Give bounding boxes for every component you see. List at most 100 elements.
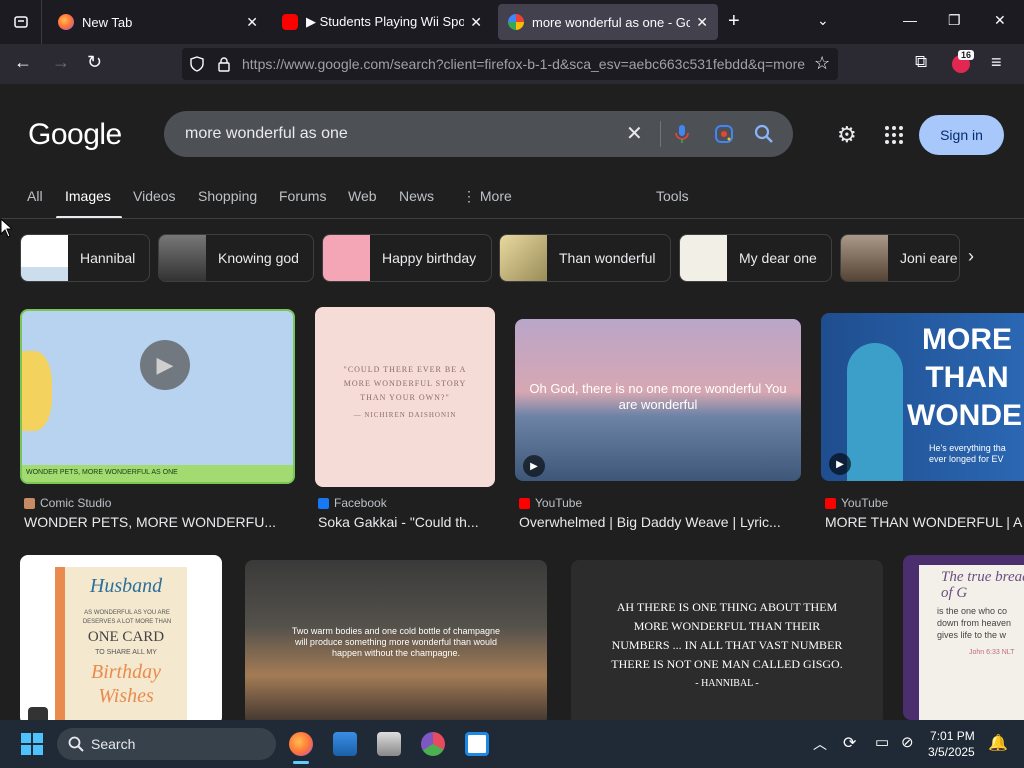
- app-taskbar-icon[interactable]: [421, 732, 445, 756]
- tab-more-label: More: [479, 188, 512, 204]
- result-source[interactable]: Comic Studio: [24, 496, 111, 510]
- maximize-icon[interactable]: ❐: [948, 12, 961, 29]
- image-subtext: He's everything tha ever longed for EV: [929, 443, 1006, 464]
- close-tab-icon[interactable]: ✕: [246, 14, 258, 31]
- shield-icon[interactable]: [189, 56, 205, 72]
- result-image-soka-gakkai[interactable]: "COULD THERE EVER BE A MORE WONDERFUL ST…: [315, 307, 495, 487]
- apps-grid-icon[interactable]: [885, 126, 903, 144]
- card-line: AS WONDERFUL AS YOU ARE DESERVES A LOT M…: [82, 610, 172, 625]
- chip-knowing-god[interactable]: Knowing god: [158, 234, 314, 282]
- notepad-taskbar-icon[interactable]: [465, 732, 489, 756]
- chevron-right-icon[interactable]: ›: [968, 246, 974, 267]
- youtube-icon: [825, 497, 836, 509]
- tab-list-button[interactable]: [0, 0, 42, 44]
- hamburger-menu-icon[interactable]: ≡: [991, 52, 1002, 73]
- active-app-indicator: [293, 761, 309, 764]
- tab-web[interactable]: Web: [348, 188, 377, 204]
- firefox-icon: [58, 14, 74, 30]
- microphone-icon[interactable]: [675, 124, 689, 144]
- play-icon[interactable]: ▶: [140, 340, 190, 390]
- tab-more[interactable]: ⋮ More: [462, 188, 512, 205]
- extensions-icon[interactable]: ⧉: [915, 52, 927, 72]
- chip-hannibal[interactable]: Hannibal: [20, 234, 150, 282]
- result-title[interactable]: MORE THAN WONDERFUL | A: [825, 514, 1024, 530]
- result-source[interactable]: YouTube: [825, 496, 888, 510]
- display-icon[interactable]: ▭: [875, 733, 889, 751]
- tab-google-search[interactable]: more wonderful as one - Googl ✕: [498, 4, 718, 40]
- result-title[interactable]: WONDER PETS, MORE WONDERFU...: [24, 514, 296, 530]
- chip-my-dear-one[interactable]: My dear one: [679, 234, 832, 282]
- firefox-taskbar-icon[interactable]: [289, 732, 313, 756]
- result-image-champagne-quote[interactable]: Two warm bodies and one cold bottle of c…: [245, 560, 547, 720]
- sign-in-button[interactable]: Sign in: [919, 115, 1004, 155]
- result-image-wonder-pets[interactable]: ▶ WONDER PETS, MORE WONDERFUL AS ONE: [20, 309, 295, 484]
- forward-arrow-icon[interactable]: →: [52, 52, 70, 73]
- minimize-icon[interactable]: —: [903, 12, 917, 28]
- tab-images[interactable]: Images: [65, 188, 111, 204]
- result-source[interactable]: Facebook: [318, 496, 387, 510]
- search-icon: [68, 736, 84, 752]
- quote-attribution: — NICHIREN DAISHONIN: [353, 411, 457, 419]
- tab-videos[interactable]: Videos: [133, 188, 176, 204]
- tab-forums[interactable]: Forums: [279, 188, 326, 204]
- taskbar-search[interactable]: Search: [57, 728, 276, 760]
- chip-thumbnail: [323, 235, 370, 281]
- chip-than-wonderful[interactable]: Than wonderful: [499, 234, 671, 282]
- close-tab-icon[interactable]: ✕: [470, 14, 482, 31]
- result-title[interactable]: Overwhelmed | Big Daddy Weave | Lyric...: [519, 514, 801, 530]
- tab-list-icon: [13, 16, 28, 28]
- tab-news[interactable]: News: [399, 188, 434, 204]
- verse-heading: The true bread of G: [941, 569, 1024, 601]
- google-logo[interactable]: Google: [28, 118, 122, 152]
- tab-shopping[interactable]: Shopping: [198, 188, 257, 204]
- image-overlay-text: Two warm bodies and one cold bottle of c…: [291, 626, 501, 658]
- tools-button[interactable]: Tools: [656, 188, 689, 204]
- url-text[interactable]: https://www.google.com/search?client=fir…: [242, 56, 808, 72]
- chevron-up-icon[interactable]: ︿: [813, 734, 827, 754]
- chip-joni-eareckson[interactable]: Joni eare: [840, 234, 960, 282]
- system-clock[interactable]: 7:01 PM 3/5/2025: [928, 728, 975, 760]
- close-window-icon[interactable]: ✕: [994, 12, 1006, 29]
- result-image-hannibal-quote[interactable]: AH THERE IS ONE THING ABOUT THEM MORE WO…: [571, 560, 883, 720]
- search-icon[interactable]: [754, 124, 774, 144]
- search-input[interactable]: more wonderful as one: [185, 125, 348, 143]
- quote-text: AH THERE IS ONE THING ABOUT THEM MORE WO…: [611, 600, 843, 671]
- result-title[interactable]: Soka Gakkai - "Could th...: [318, 514, 494, 530]
- lock-icon[interactable]: [217, 56, 231, 72]
- result-image-bread-of-god[interactable]: The true bread of G is the one who co do…: [903, 555, 1024, 720]
- tab-new-tab[interactable]: New Tab ✕: [48, 4, 268, 40]
- url-scheme: https://www.google.com: [242, 56, 390, 72]
- sync-icon[interactable]: ⟳: [843, 733, 856, 753]
- result-source[interactable]: YouTube: [519, 496, 582, 510]
- notification-bell-icon[interactable]: 🔔: [988, 733, 1008, 753]
- result-image-overwhelmed[interactable]: Oh God, there is no one more wonderful Y…: [515, 319, 801, 481]
- photos-taskbar-icon[interactable]: [333, 732, 357, 756]
- google-lens-icon[interactable]: [714, 124, 734, 144]
- network-icon[interactable]: ⊘: [901, 733, 914, 751]
- tab-wii-sports[interactable]: ▶ Students Playing Wii Sports - ✕: [272, 4, 492, 40]
- chevron-down-icon[interactable]: ⌄: [817, 12, 829, 29]
- facebook-icon: [318, 497, 329, 509]
- verse-reference: John 6:33 NLT: [969, 649, 1015, 656]
- windows-start-icon[interactable]: [21, 733, 43, 755]
- close-tab-icon[interactable]: ✕: [696, 14, 708, 31]
- new-tab-button[interactable]: +: [728, 10, 740, 33]
- image-caption: WONDER PETS, MORE WONDERFUL AS ONE: [22, 465, 293, 482]
- search-box[interactable]: more wonderful as one ✕: [164, 111, 793, 157]
- result-image-more-than-wonderful[interactable]: MORE THAN WONDERF He's everything tha ev…: [821, 313, 1024, 481]
- reload-icon[interactable]: ↻: [87, 52, 102, 73]
- back-arrow-icon[interactable]: ←: [14, 52, 32, 73]
- bookmark-star-icon[interactable]: ☆: [814, 53, 830, 74]
- image-badge-icon: [28, 707, 48, 720]
- google-icon: [508, 14, 524, 30]
- clear-search-icon[interactable]: ✕: [626, 121, 643, 146]
- card-line: Wishes: [98, 685, 154, 707]
- chip-label: Knowing god: [218, 250, 299, 266]
- file-manager-taskbar-icon[interactable]: [377, 732, 401, 756]
- chip-thumbnail: [680, 235, 727, 281]
- result-image-husband-card[interactable]: Husband AS WONDERFUL AS YOU ARE DESERVES…: [20, 555, 222, 720]
- tab-all[interactable]: All: [27, 188, 43, 204]
- url-bar[interactable]: https://www.google.com/search?client=fir…: [182, 48, 838, 80]
- chip-happy-birthday[interactable]: Happy birthday: [322, 234, 492, 282]
- gear-icon[interactable]: ⚙: [837, 122, 857, 148]
